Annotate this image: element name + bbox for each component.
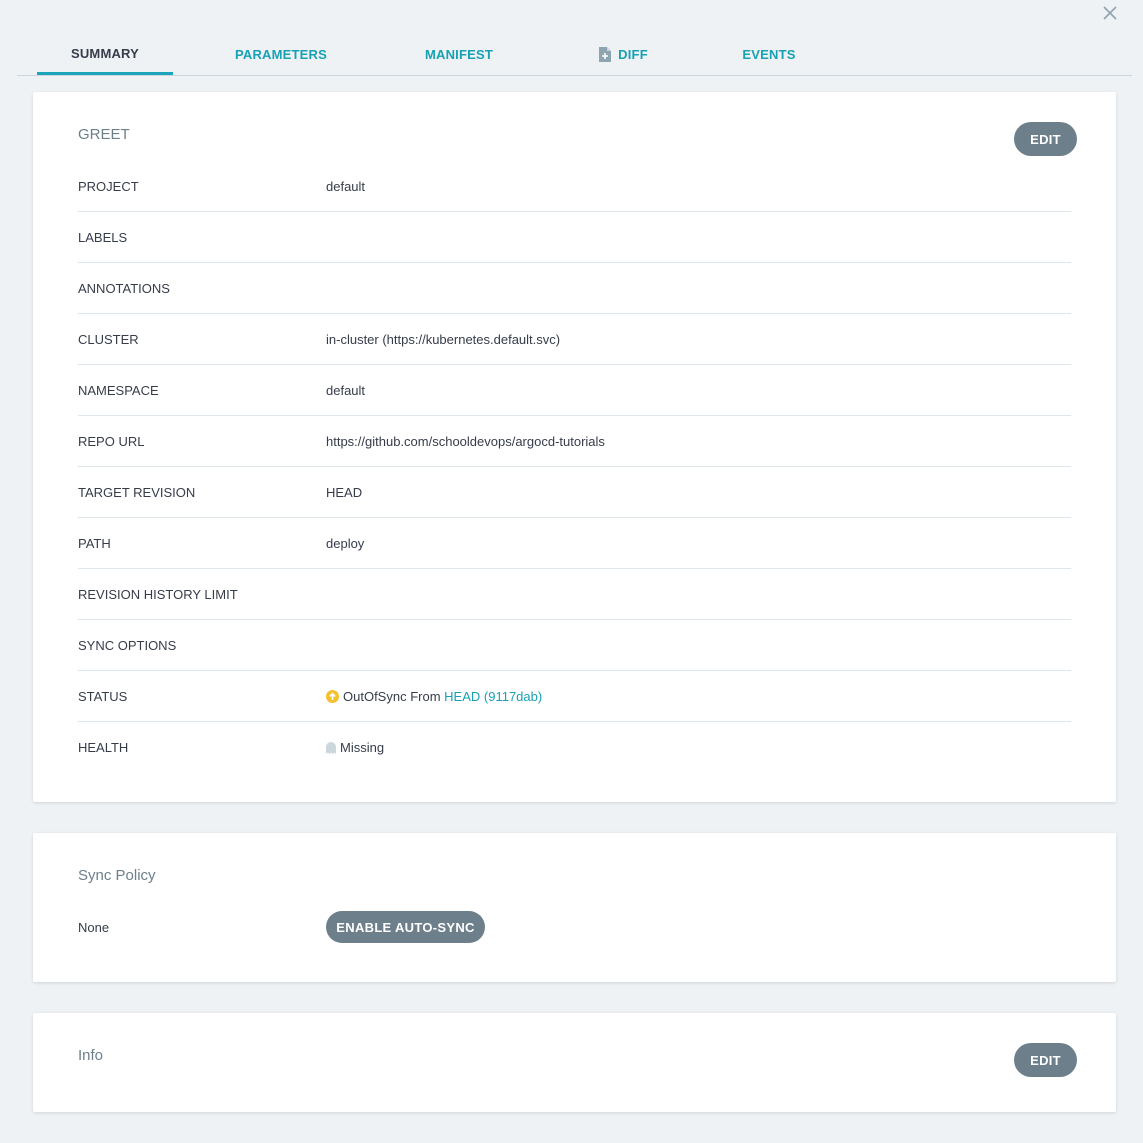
cluster-value: in-cluster (https://kubernetes.default.s… <box>326 331 561 347</box>
row-key: HEALTH <box>78 740 129 755</box>
tab-parameters-label: PARAMETERS <box>234 47 328 62</box>
namespace-value: default <box>326 382 366 398</box>
row-namespace: NAMESPACE default <box>78 365 1071 416</box>
row-sync-options: SYNC OPTIONS <box>78 620 1071 671</box>
info-card: Info EDIT <box>33 1013 1116 1112</box>
project-link[interactable]: default <box>326 179 365 194</box>
tab-summary[interactable]: SUMMARY <box>37 34 173 75</box>
summary-card: GREET EDIT PROJECT default LABELS ANNOTA… <box>33 92 1116 802</box>
tab-manifest[interactable]: MANIFEST <box>407 34 511 75</box>
tab-summary-label: SUMMARY <box>70 45 140 61</box>
row-repo-url: REPO URL https://github.com/schooldevops… <box>78 416 1071 467</box>
tab-diff[interactable]: DIFF <box>583 34 663 75</box>
sync-policy-value: None <box>78 920 110 935</box>
app-name-title: GREET <box>78 126 130 143</box>
row-path: PATH deploy <box>78 518 1071 569</box>
row-key: ANNOTATIONS <box>78 280 170 296</box>
arrow-up-circle-icon <box>326 689 339 703</box>
row-target-revision: TARGET REVISION HEAD <box>78 467 1071 518</box>
tab-diff-label: DIFF <box>618 47 648 62</box>
row-key: PATH <box>78 535 111 551</box>
row-health: HEALTH Missing <box>78 722 1071 773</box>
row-revision-history-limit: REVISION HISTORY LIMIT <box>78 569 1071 620</box>
file-diff-icon <box>598 46 612 63</box>
row-labels: LABELS <box>78 212 1071 263</box>
row-status: STATUS OutOfSync From HEAD (9117dab) <box>78 671 1071 722</box>
row-key: NAMESPACE <box>78 382 159 398</box>
row-key: TARGET REVISION <box>78 484 196 500</box>
info-edit-button[interactable]: EDIT <box>1014 1043 1077 1077</box>
row-key: REPO URL <box>78 433 145 449</box>
row-key: CLUSTER <box>78 331 139 347</box>
row-key: REVISION HISTORY LIMIT <box>78 586 238 602</box>
summary-rows: PROJECT default LABELS ANNOTATIONS CLUST… <box>78 161 1071 773</box>
enable-auto-sync-button[interactable]: ENABLE AUTO-SYNC <box>326 911 485 943</box>
target-revision-link[interactable]: HEAD <box>326 485 362 500</box>
edit-button[interactable]: EDIT <box>1014 122 1077 156</box>
sync-policy-title: Sync Policy <box>78 867 156 884</box>
ghost-icon <box>326 741 336 754</box>
close-button[interactable] <box>1099 2 1121 24</box>
health-value: Missing <box>326 740 384 755</box>
status-value: OutOfSync From HEAD (9117dab) <box>326 689 542 704</box>
row-cluster: CLUSTER in-cluster (https://kubernetes.d… <box>78 314 1071 365</box>
row-project: PROJECT default <box>78 161 1071 212</box>
sync-status-text: OutOfSync From <box>343 688 441 704</box>
row-key: SYNC OPTIONS <box>78 637 177 653</box>
tab-events[interactable]: EVENTS <box>729 34 809 75</box>
info-title: Info <box>78 1047 104 1064</box>
tab-events-label: EVENTS <box>742 47 796 62</box>
tab-bar: SUMMARY PARAMETERS MANIFEST DIFF EVENTS <box>17 34 1132 76</box>
tab-parameters[interactable]: PARAMETERS <box>221 34 341 75</box>
health-status-text: Missing <box>340 740 385 755</box>
sync-policy-card: Sync Policy None ENABLE AUTO-SYNC <box>33 833 1116 982</box>
sync-revision-link[interactable]: HEAD (9117dab) <box>444 689 542 704</box>
tab-manifest-label: MANIFEST <box>424 47 494 62</box>
row-key: STATUS <box>78 688 128 704</box>
repo-url-link[interactable]: https://github.com/schooldevops/argocd-t… <box>326 434 605 449</box>
row-key: PROJECT <box>78 178 139 194</box>
row-annotations: ANNOTATIONS <box>78 263 1071 314</box>
row-key: LABELS <box>78 229 128 245</box>
path-value: deploy <box>326 535 365 551</box>
close-icon <box>1103 6 1117 20</box>
